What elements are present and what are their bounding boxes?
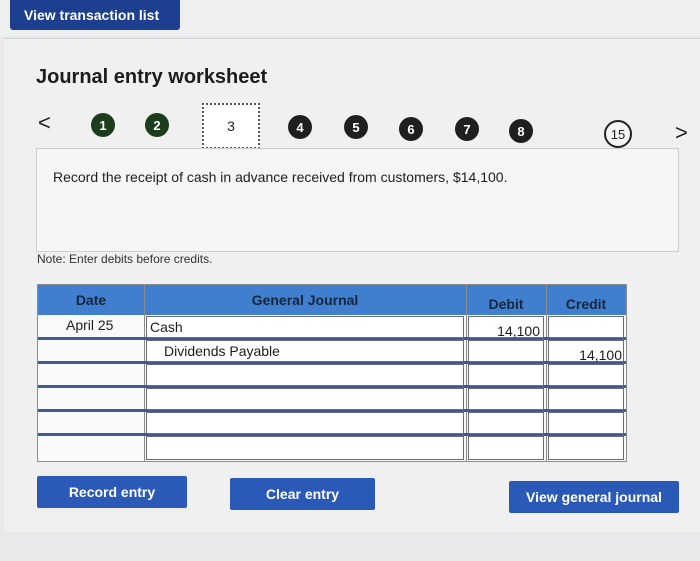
step-8[interactable]: 8 [509,119,533,143]
account-input[interactable] [146,316,464,338]
step-7[interactable]: 7 [455,117,479,141]
instruction-text: Record the receipt of cash in advance re… [53,169,508,185]
chevron-right-icon[interactable]: > [675,120,688,146]
account-cell: Cash [150,319,183,335]
credit-input[interactable] [548,436,624,460]
step-15[interactable]: 15 [604,120,632,148]
credit-cell: 14,100 [579,347,622,363]
step-6[interactable]: 6 [399,117,423,141]
step-2[interactable]: 2 [145,113,169,137]
account-input[interactable] [146,388,464,410]
debit-cell: 14,100 [497,323,540,339]
account-cell: Dividends Payable [164,343,280,359]
credit-input[interactable] [548,364,624,386]
step-5[interactable]: 5 [344,115,368,139]
page-title: Journal entry worksheet [36,66,268,88]
debit-input[interactable] [468,412,544,434]
account-input[interactable] [146,364,464,386]
view-transaction-list-button[interactable]: View transaction list [10,0,180,30]
header-date: Date [75,292,107,308]
debit-input[interactable] [468,364,544,386]
header-debit: Debit [488,296,524,312]
step-4[interactable]: 4 [288,115,312,139]
credit-input[interactable] [548,412,624,434]
account-input[interactable] [146,412,464,434]
debit-input[interactable] [468,388,544,410]
view-general-journal-button[interactable]: View general journal [509,481,679,513]
header-credit: Credit [565,296,607,312]
record-entry-button[interactable]: Record entry [37,476,187,508]
debit-input[interactable] [468,340,544,362]
credit-input[interactable] [548,316,624,338]
instruction-box: Record the receipt of cash in advance re… [36,148,679,252]
header-general-journal: General Journal [251,292,359,308]
chevron-left-icon[interactable]: < [38,110,51,136]
bottom-margin [0,532,700,561]
journal-table: Date General Journal Debit Credit April … [37,284,627,462]
step-3[interactable]: 3 [202,103,260,149]
credit-input[interactable] [548,388,624,410]
date-cell[interactable]: April 25 [66,317,113,333]
account-input[interactable] [146,436,464,460]
clear-entry-button[interactable]: Clear entry [230,478,375,510]
debit-input[interactable] [468,436,544,460]
step-1[interactable]: 1 [91,113,115,137]
note-text: Note: Enter debits before credits. [37,252,213,266]
